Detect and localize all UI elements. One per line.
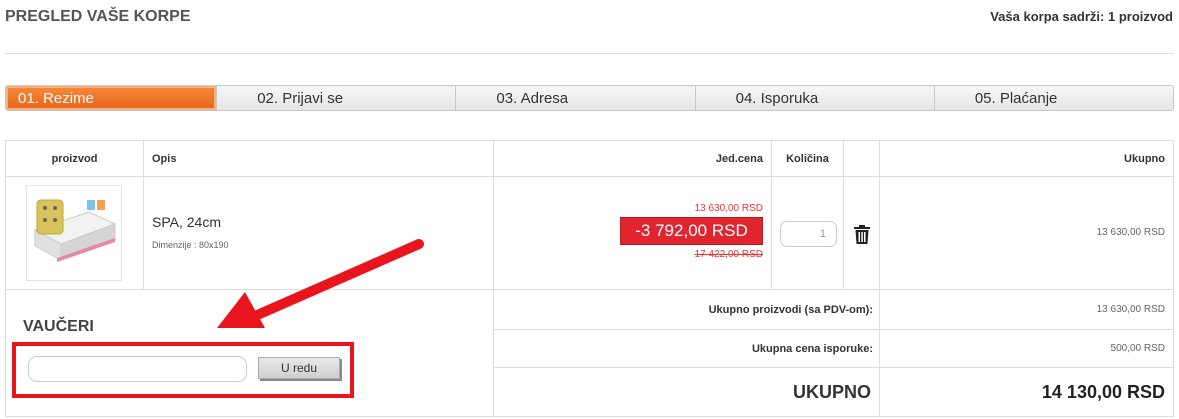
subtotal-cell: 13 630,00 RSD bbox=[880, 177, 1173, 289]
order-summary: Ukupno proizvodi (sa PDV-om): 13 630,00 … bbox=[494, 290, 1173, 416]
discount-badge: -3 792,00 RSD bbox=[620, 217, 763, 245]
col-actions bbox=[844, 141, 880, 176]
step-shipping[interactable]: 04. Isporuka bbox=[696, 86, 935, 110]
quantity-cell bbox=[772, 177, 844, 289]
summary-products-label: Ukupno proizvodi (sa PDV-om): bbox=[494, 290, 880, 329]
product-name[interactable]: SPA, 24cm bbox=[152, 214, 221, 230]
voucher-input[interactable] bbox=[28, 356, 247, 382]
summary-products-value: 13 630,00 RSD bbox=[1096, 304, 1165, 315]
summary-products-row: Ukupno proizvodi (sa PDV-om): 13 630,00 … bbox=[494, 290, 1173, 330]
summary-total-value: 14 130,00 RSD bbox=[1041, 381, 1165, 402]
step-address[interactable]: 03. Adresa bbox=[456, 86, 696, 110]
table-header: proizvod Opis Jed.cena Količina Ukupno bbox=[6, 141, 1173, 177]
product-cell bbox=[6, 177, 144, 289]
col-total: Ukupno bbox=[1124, 152, 1165, 165]
col-product: proizvod bbox=[6, 141, 144, 176]
quantity-input[interactable] bbox=[780, 221, 837, 247]
trash-icon[interactable] bbox=[853, 225, 871, 244]
cart-table: proizvod Opis Jed.cena Količina Ukupno S… bbox=[5, 140, 1174, 417]
col-unit-price: Jed.cena bbox=[494, 141, 772, 176]
voucher-submit-button[interactable]: U redu bbox=[258, 357, 340, 379]
step-payment[interactable]: 05. Plaćanje bbox=[935, 86, 1173, 110]
summary-total-row: UKUPNO 14 130,00 RSD bbox=[494, 368, 1173, 416]
summary-total-label: UKUPNO bbox=[494, 368, 880, 416]
product-image[interactable] bbox=[26, 185, 122, 281]
voucher-title: VAUČERI bbox=[23, 318, 94, 335]
price-cell: 13 630,00 RSD -3 792,00 RSD 17 422,00 RS… bbox=[494, 177, 772, 289]
summary-shipping-value: 500,00 RSD bbox=[1110, 343, 1165, 354]
voucher-highlight-box: U redu bbox=[12, 342, 354, 398]
bottom-section: VAUČERI U redu Ukupno proizvodi (sa PDV-… bbox=[6, 290, 1173, 416]
price-current: 13 630,00 RSD bbox=[694, 203, 763, 214]
checkout-steps: 01. Rezime 02. Prijavi se 03. Adresa 04.… bbox=[5, 85, 1174, 111]
summary-shipping-row: Ukupna cena isporuke: 500,00 RSD bbox=[494, 330, 1173, 368]
divider bbox=[5, 53, 1174, 54]
step-login[interactable]: 02. Prijavi se bbox=[217, 86, 457, 110]
delete-cell bbox=[844, 177, 880, 289]
cart-count: Vaša korpa sadrži: 1 proizvod bbox=[990, 9, 1173, 24]
price-original: 17 422,00 RSD bbox=[694, 249, 763, 260]
summary-shipping-label: Ukupna cena isporuke: bbox=[494, 330, 880, 367]
annotation-arrow-icon bbox=[217, 239, 424, 328]
col-description: Opis bbox=[144, 141, 494, 176]
col-quantity: Količina bbox=[772, 141, 844, 176]
table-row: SPA, 24cm Dimenzije : 80x190 13 630,00 R… bbox=[6, 177, 1173, 290]
page-title: PREGLED VAŠE KORPE bbox=[5, 8, 191, 25]
step-summary[interactable]: 01. Rezime bbox=[6, 86, 218, 110]
item-subtotal: 13 630,00 RSD bbox=[1096, 227, 1165, 238]
